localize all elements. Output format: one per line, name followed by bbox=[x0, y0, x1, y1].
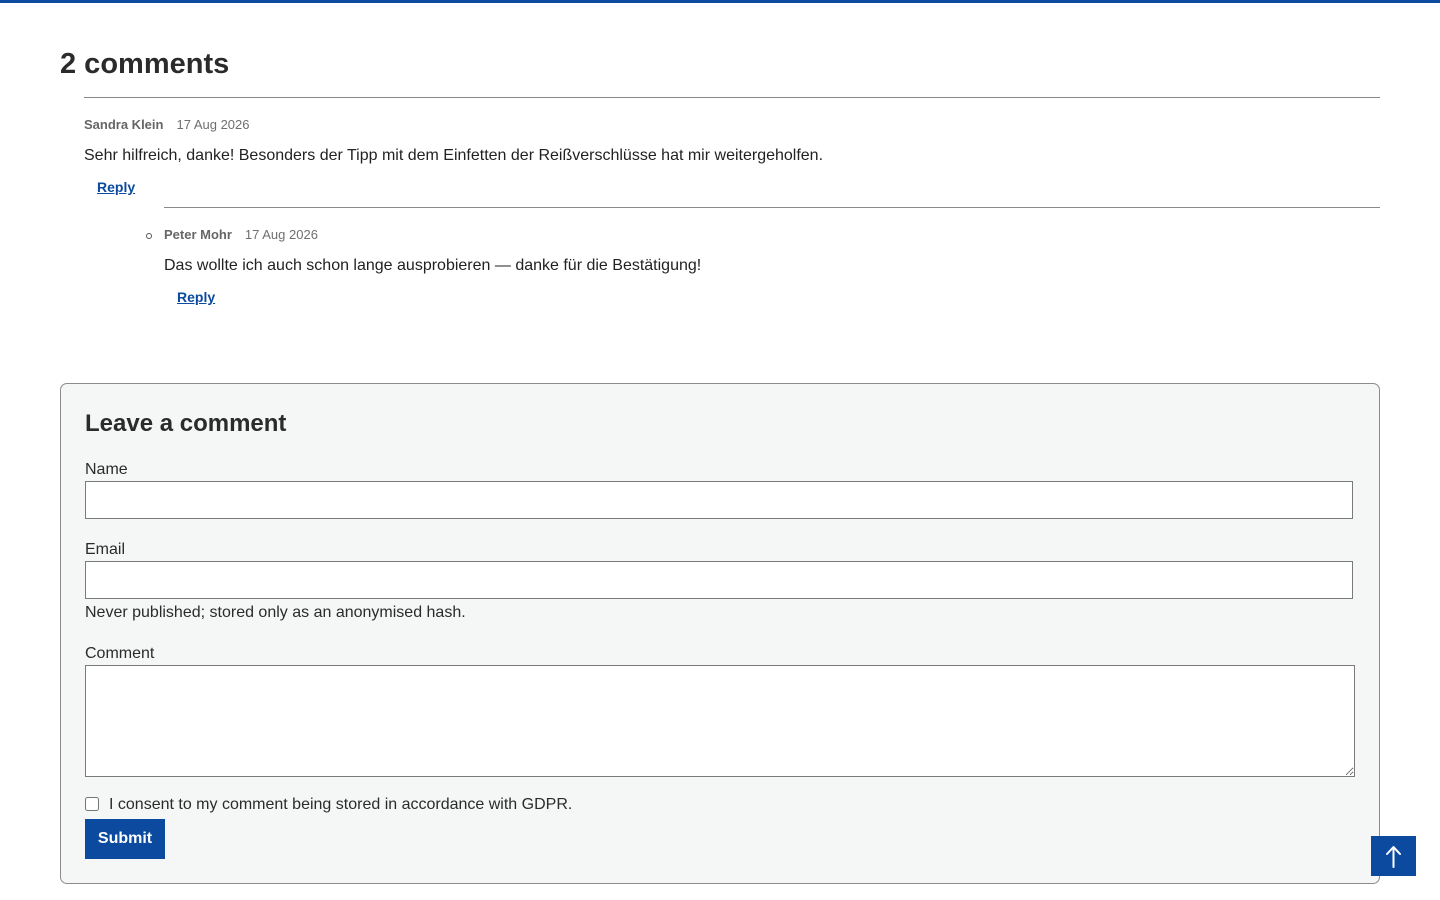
back-to-top-button[interactable] bbox=[1371, 836, 1416, 876]
top-accent-bar bbox=[0, 0, 1440, 3]
comment-date: 17 Aug 2026 bbox=[176, 117, 250, 132]
reply-link[interactable]: Reply bbox=[97, 178, 135, 196]
comment-item-reply: Peter Mohr 17 Aug 2026 Das wollte ich auc… bbox=[146, 207, 1380, 318]
reply-link[interactable]: Reply bbox=[177, 288, 215, 306]
comment-meta: Peter Mohr 17 Aug 2026 bbox=[164, 226, 318, 244]
comment-text: Sehr hilfreich, danke! Besonders der Tip… bbox=[84, 147, 824, 164]
comment-author: Sandra Klein bbox=[84, 117, 164, 132]
comment-date: 17 Aug 2026 bbox=[244, 227, 318, 242]
comment-item: Sandra Klein 17 Aug 2026 Sehr hilfreich, … bbox=[84, 97, 1380, 208]
comment-label: Comment bbox=[85, 645, 155, 662]
arrow-up-icon bbox=[1386, 846, 1401, 868]
name-label: Name bbox=[85, 461, 128, 478]
comments-count-heading: 2 comments bbox=[60, 48, 230, 80]
submit-button[interactable]: Submit bbox=[85, 819, 165, 859]
name-input[interactable] bbox=[85, 481, 1353, 519]
comment-meta: Sandra Klein 17 Aug 2026 bbox=[84, 116, 250, 134]
form-title: Leave a comment bbox=[85, 410, 287, 437]
consent-label: I consent to my comment being stored in … bbox=[109, 796, 573, 813]
comment-author: Peter Mohr bbox=[164, 227, 232, 242]
email-label: Email bbox=[85, 541, 126, 558]
comment-text: Das wollte ich auch schon lange ausprobi… bbox=[164, 257, 702, 274]
comment-form: Leave a comment Name Email Never publish… bbox=[60, 383, 1380, 884]
list-bullet-icon bbox=[146, 233, 152, 239]
comment-textarea[interactable] bbox=[85, 665, 1355, 777]
email-input[interactable] bbox=[85, 561, 1353, 599]
consent-checkbox[interactable] bbox=[85, 797, 99, 811]
email-help-text: Never published; stored only as an anony… bbox=[85, 604, 466, 621]
